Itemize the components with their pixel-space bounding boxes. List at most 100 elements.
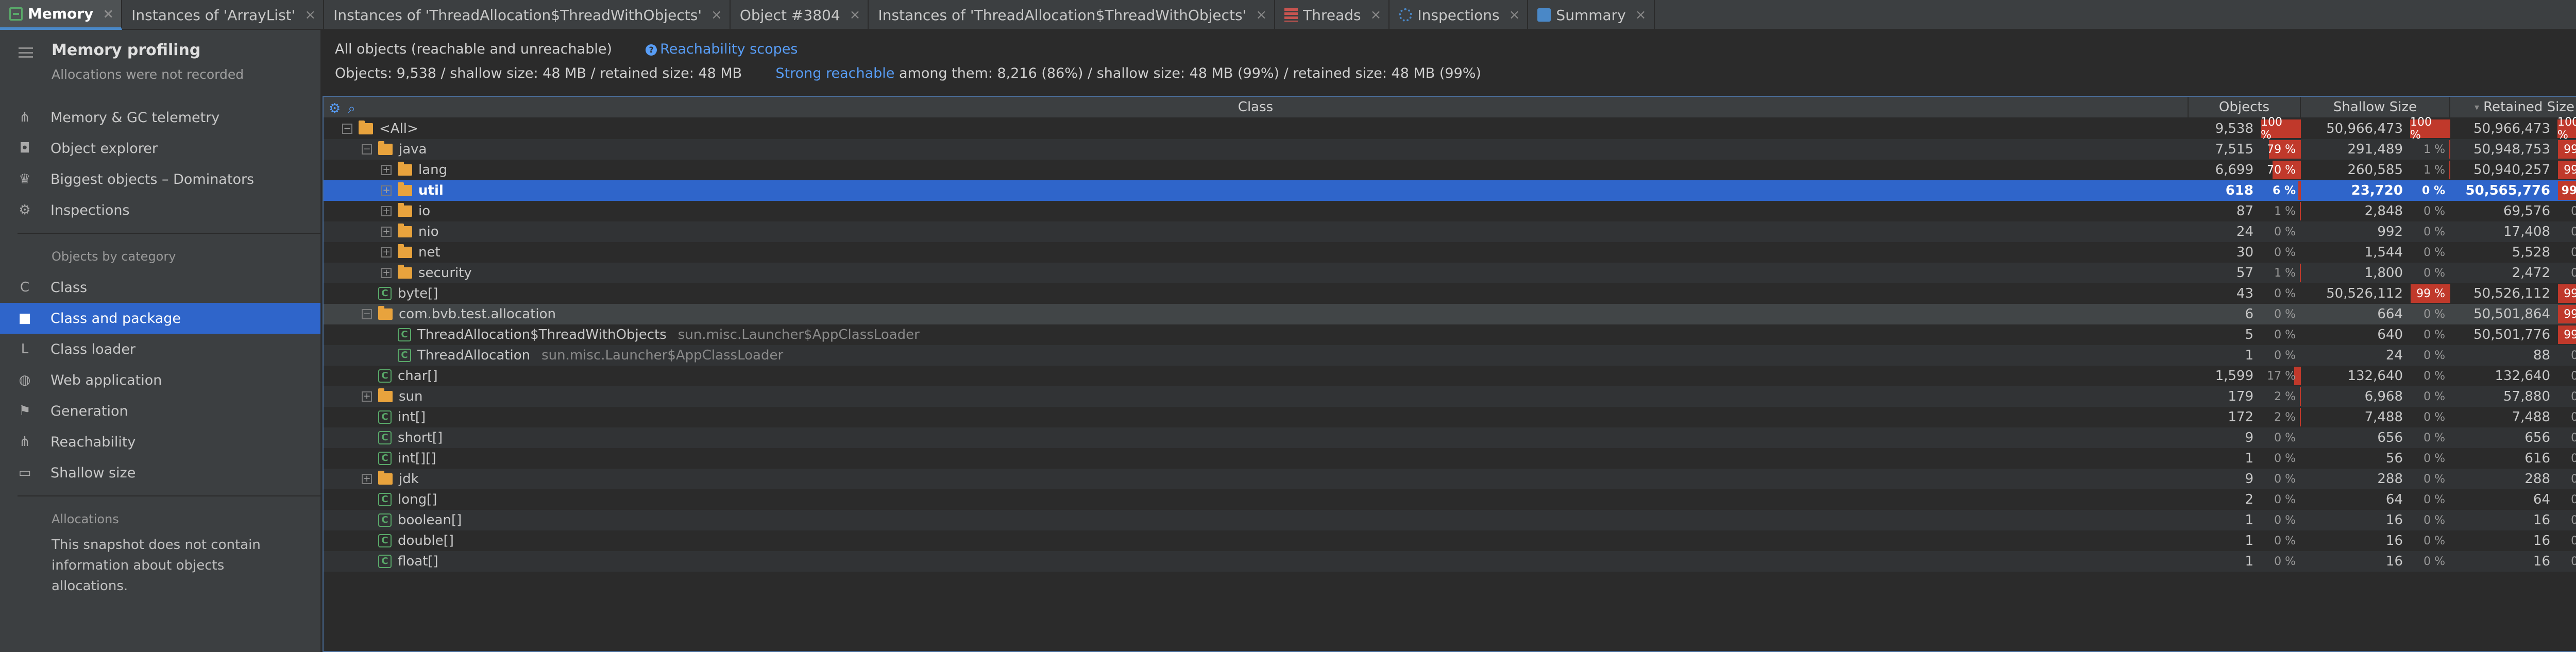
objects-percent-value: 6 % xyxy=(2272,184,2296,197)
sidebar-item-class-and-package[interactable]: ■ Class and package xyxy=(0,303,320,334)
collapse-icon[interactable]: − xyxy=(342,124,352,134)
tab-4[interactable]: Instances of 'ThreadAllocation$ThreadWit… xyxy=(869,0,1276,30)
class-name: long[] xyxy=(398,492,437,507)
table-row[interactable]: Cfloat[] 1 0 % 16 0 % 16 0 % xyxy=(324,551,2576,572)
close-icon[interactable]: × xyxy=(1635,7,1647,23)
collapse-icon[interactable]: − xyxy=(362,144,372,155)
retained-percent-value: 0 % xyxy=(2571,431,2576,444)
table-row[interactable]: Cint[][] 1 0 % 56 0 % 616 0 % xyxy=(324,448,2576,469)
class-name: java xyxy=(399,142,427,157)
class-name: short[] xyxy=(398,430,443,445)
search-icon[interactable]: ⌕ xyxy=(348,101,355,117)
table-row[interactable]: Clong[] 2 0 % 64 0 % 64 0 % xyxy=(324,489,2576,510)
table-row[interactable]: − <All> 9,538 100 % 50,966,473 100 % 50,966,47… xyxy=(324,116,2576,142)
close-icon[interactable]: × xyxy=(1256,7,1267,23)
table-row[interactable]: + sun 179 2 % 6,968 0 % 57,880 0 % xyxy=(324,386,2576,407)
table-row[interactable]: + net 30 0 % 1,544 0 % 5,528 0 % xyxy=(324,242,2576,263)
sidebar-item-label: Class loader xyxy=(50,341,136,357)
sidebar-item-shallow-size[interactable]: ▭ Shallow size xyxy=(0,457,320,488)
objects-count: 6,699 xyxy=(2215,162,2253,178)
close-icon[interactable]: × xyxy=(304,7,316,23)
tab-5[interactable]: Threads × xyxy=(1275,0,1390,30)
table-row[interactable]: Cint[] 172 2 % 7,488 0 % 7,488 0 % xyxy=(324,407,2576,427)
shallow-percent-value: 0 % xyxy=(2424,493,2445,506)
expand-icon[interactable]: + xyxy=(362,391,372,402)
shallow-percent-value: 0 % xyxy=(2424,472,2445,486)
close-icon[interactable]: × xyxy=(1509,7,1520,23)
table-row[interactable]: + lang 6,699 70 % 260,585 1 % 50,940,257 99 % xyxy=(324,160,2576,180)
sidebar-item-label: Reachability xyxy=(50,434,136,450)
shallow-percent: 0 % xyxy=(2410,221,2450,242)
shallow-size: 1,544 xyxy=(2364,245,2403,260)
tab-7[interactable]: Summary × xyxy=(1528,0,1655,30)
summary-icon xyxy=(1537,8,1551,22)
table-row[interactable]: Cbyte[] 43 0 % 50,526,112 99 % 50,526,112 99 % xyxy=(324,283,2576,304)
table-row[interactable]: C ThreadAllocation$ThreadWithObjects sun.m… xyxy=(324,324,2576,345)
sidebar-item-inspections[interactable]: ⚙ Inspections xyxy=(0,195,320,226)
sidebar-item-generation[interactable]: ⚑ Generation xyxy=(0,396,320,426)
sidebar-item-class[interactable]: C Class xyxy=(0,272,320,303)
column-header-class[interactable]: ⚙ ⌕ Class xyxy=(324,97,2189,117)
class-icon: C xyxy=(378,452,392,465)
table-row[interactable]: C ThreadAllocation sun.misc.Launcher$AppCl… xyxy=(324,345,2576,366)
collapse-icon[interactable]: − xyxy=(362,309,372,319)
expand-icon[interactable]: + xyxy=(381,268,392,278)
objects-percent: 1 % xyxy=(2261,201,2301,221)
expand-icon[interactable]: + xyxy=(362,474,372,484)
memory-sidebar: Memory profiling Allocations were not re… xyxy=(0,30,321,652)
settings-icon[interactable]: ⚙ xyxy=(329,101,341,117)
sidebar-item-object-explorer[interactable]: ◘ Object explorer xyxy=(0,133,320,164)
column-header-retained-size[interactable]: ▾ Retained Size xyxy=(2450,97,2576,117)
table-row[interactable]: + jdk 9 0 % 288 0 % 288 0 % xyxy=(324,469,2576,489)
tab-label: Instances of 'ArrayList' xyxy=(131,6,296,24)
table-row[interactable]: + util 618 6 % 23,720 0 % 50,565,776 99 % xyxy=(324,180,2576,201)
hamburger-icon[interactable] xyxy=(19,47,33,58)
table-row[interactable]: − com.bvb.test.allocation 6 0 % 664 0 % 50,501… xyxy=(324,304,2576,324)
table-row[interactable]: Cchar[] 1,599 17 % 132,640 0 % 132,640 0 % xyxy=(324,366,2576,386)
expand-icon[interactable]: + xyxy=(381,247,392,258)
sidebar-item-biggest-objects-dominators[interactable]: ♛ Biggest objects – Dominators xyxy=(0,164,320,195)
objects-percent: 17 % xyxy=(2261,366,2301,386)
tab-6[interactable]: Inspections × xyxy=(1389,0,1529,30)
shallow-percent-value: 0 % xyxy=(2424,246,2445,259)
table-row[interactable]: Cboolean[] 1 0 % 16 0 % 16 0 % xyxy=(324,510,2576,530)
tab-2[interactable]: Instances of 'ThreadAllocation$ThreadWit… xyxy=(324,0,731,30)
reachability-scopes-link[interactable]: Reachability scopes xyxy=(660,41,798,57)
sidebar-item-class-loader[interactable]: L Class loader xyxy=(0,334,320,365)
table-row[interactable]: + io 87 1 % 2,848 0 % 69,576 0 % xyxy=(324,201,2576,221)
shallow-percent: 0 % xyxy=(2410,345,2450,366)
class-cell: Cboolean[] xyxy=(324,510,2189,530)
sidebar-category-items: C Class ■ Class and package L Class loader ◍ We… xyxy=(0,272,320,488)
tab-1[interactable]: Instances of 'ArrayList' × xyxy=(122,0,325,30)
shallow-percent: 0 % xyxy=(2410,324,2450,345)
class-cell: + sun xyxy=(324,386,2189,407)
objects-count: 7,515 xyxy=(2215,142,2253,157)
sidebar-item-web-application[interactable]: ◍ Web application xyxy=(0,365,320,396)
expand-icon[interactable]: + xyxy=(381,206,392,216)
sidebar-item-memory-gc-telemetry[interactable]: ⋔ Memory & GC telemetry xyxy=(0,102,320,133)
class-icon: C xyxy=(378,555,392,568)
close-icon[interactable]: × xyxy=(1370,7,1382,23)
table-row[interactable]: Cdouble[] 1 0 % 16 0 % 16 0 % xyxy=(324,530,2576,551)
column-header-objects[interactable]: Objects xyxy=(2189,97,2301,117)
shallow-size: 64 xyxy=(2385,492,2403,507)
tab-3[interactable]: Object #3804 × xyxy=(731,0,869,30)
close-icon[interactable]: × xyxy=(711,7,722,23)
strong-reachable-link[interactable]: Strong reachable xyxy=(775,65,894,81)
close-icon[interactable]: × xyxy=(103,6,114,22)
close-icon[interactable]: × xyxy=(850,7,861,23)
class-cell: Cfloat[] xyxy=(324,551,2189,572)
expand-icon[interactable]: + xyxy=(381,227,392,237)
table-row[interactable]: + nio 24 0 % 992 0 % 17,408 0 % xyxy=(324,221,2576,242)
column-header-shallow-size[interactable]: Shallow Size xyxy=(2301,97,2450,117)
table-row[interactable]: Cshort[] 9 0 % 656 0 % 656 0 % xyxy=(324,427,2576,448)
table-row[interactable]: + security 57 1 % 1,800 0 % 2,472 0 % xyxy=(324,263,2576,283)
column-header-objects-label: Objects xyxy=(2218,99,2270,115)
expand-icon[interactable]: + xyxy=(381,185,392,196)
expand-icon[interactable]: + xyxy=(381,165,392,175)
sidebar-item-reachability[interactable]: ⋔ Reachability xyxy=(0,426,320,457)
tab-0[interactable]: Memory × xyxy=(0,0,123,30)
objects-percent: 70 % xyxy=(2261,160,2301,180)
table-row[interactable]: − java 7,515 79 % 291,489 1 % 50,948,753 99 % xyxy=(324,139,2576,160)
